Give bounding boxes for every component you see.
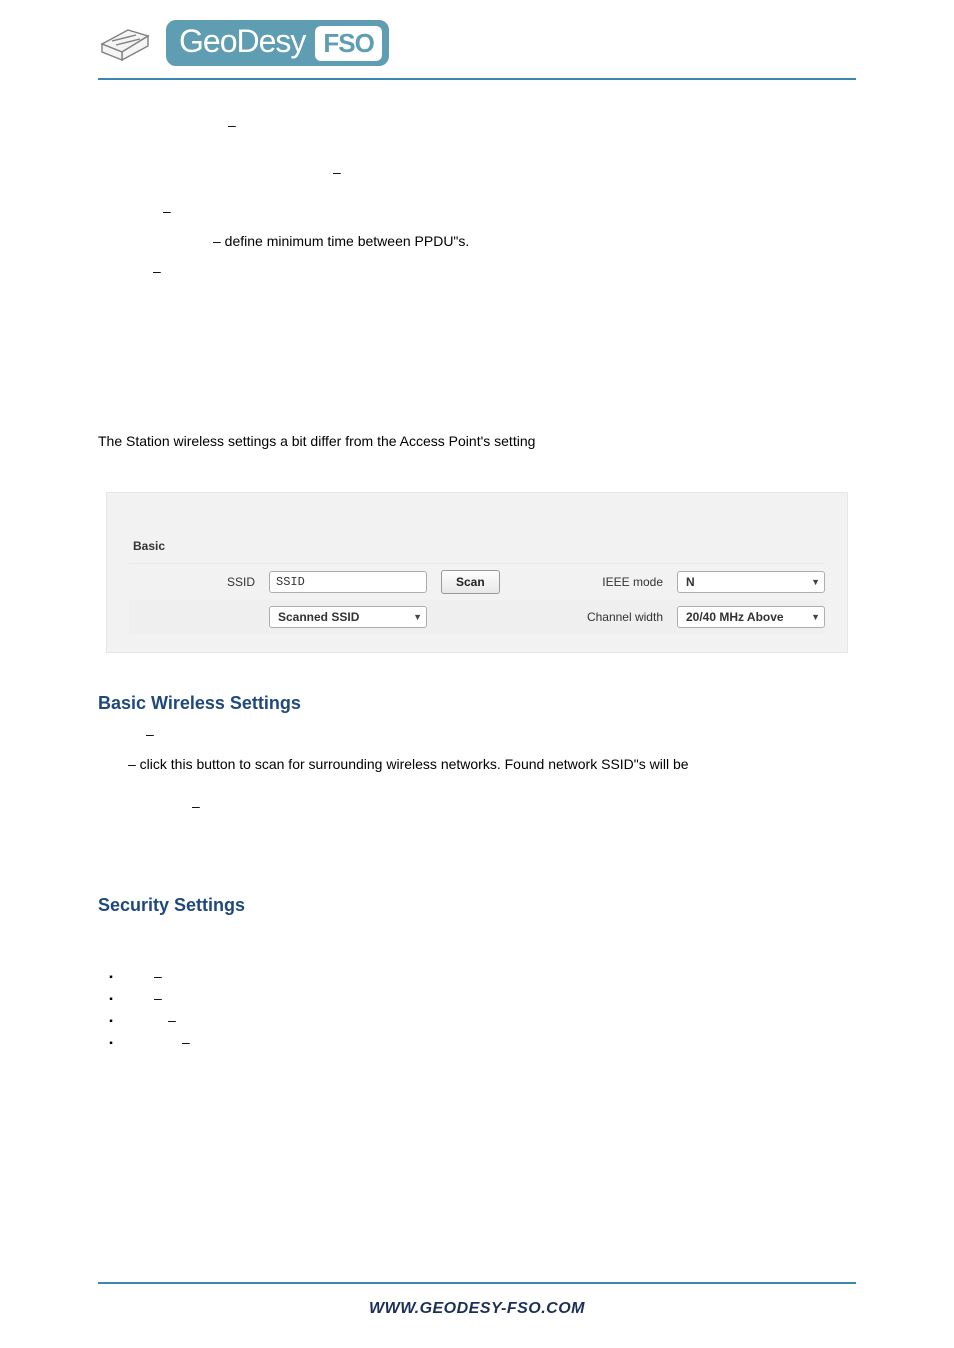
footer-url: WWW.GEODESY-FSO.COM xyxy=(0,1300,954,1318)
intro-text: The Station wireless settings a bit diff… xyxy=(98,431,856,451)
channel-width-label: Channel width xyxy=(587,610,663,624)
security-settings-heading: Security Settings xyxy=(98,895,856,916)
device-icon xyxy=(98,22,156,64)
scan-description: – click this button to scan for surround… xyxy=(128,754,856,774)
chevron-down-icon: ▼ xyxy=(811,577,820,587)
channel-width-select[interactable]: 20/40 MHz Above ▼ xyxy=(677,606,825,628)
security-option-wpa: – xyxy=(98,990,856,1006)
footer-divider xyxy=(98,1282,856,1284)
dash-4: – xyxy=(153,263,161,279)
dash-6: – xyxy=(192,798,200,814)
ssid-input[interactable] xyxy=(269,571,427,593)
brand-badge: GeoDesy FSO xyxy=(166,20,389,66)
scanned-ssid-select[interactable]: Scanned SSID ▼ xyxy=(269,606,427,628)
brand-tag: FSO xyxy=(315,26,381,61)
dash-2: – xyxy=(333,164,341,180)
security-options-list: – – – – xyxy=(98,968,856,1050)
chevron-down-icon: ▼ xyxy=(811,612,820,622)
ieee-mode-select[interactable]: N ▼ xyxy=(677,571,825,593)
basic-wireless-settings-heading: Basic Wireless Settings xyxy=(98,693,856,714)
chevron-down-icon: ▼ xyxy=(413,612,422,622)
security-option-wpa2-personal: – xyxy=(98,1012,856,1028)
channel-width-value: 20/40 MHz Above xyxy=(686,610,784,624)
panel-section-label: Basic xyxy=(133,539,825,553)
dash-5: – xyxy=(146,726,154,742)
scanned-ssid-value: Scanned SSID xyxy=(278,610,359,624)
scan-button[interactable]: Scan xyxy=(441,570,500,594)
security-option-wep: – xyxy=(98,968,856,984)
ieee-mode-value: N xyxy=(686,575,695,589)
panel-row-ssid: SSID Scan IEEE mode N ▼ xyxy=(129,564,825,600)
dash-3: – xyxy=(163,203,171,219)
dash-1: – xyxy=(228,117,236,133)
ieee-mode-label: IEEE mode xyxy=(602,575,663,589)
ssid-label: SSID xyxy=(129,575,269,589)
min-ppdu-text: – define minimum time between PPDU"s. xyxy=(213,231,856,251)
security-option-wpa2-enterprise: – xyxy=(98,1034,856,1050)
page-header: GeoDesy FSO xyxy=(98,0,856,78)
brand-text: GeoDesy xyxy=(169,23,315,63)
panel-row-scanned: Scanned SSID ▼ Channel width 20/40 MHz A… xyxy=(129,600,825,634)
settings-panel-screenshot: Basic SSID Scan IEEE mode N ▼ xyxy=(106,492,848,653)
